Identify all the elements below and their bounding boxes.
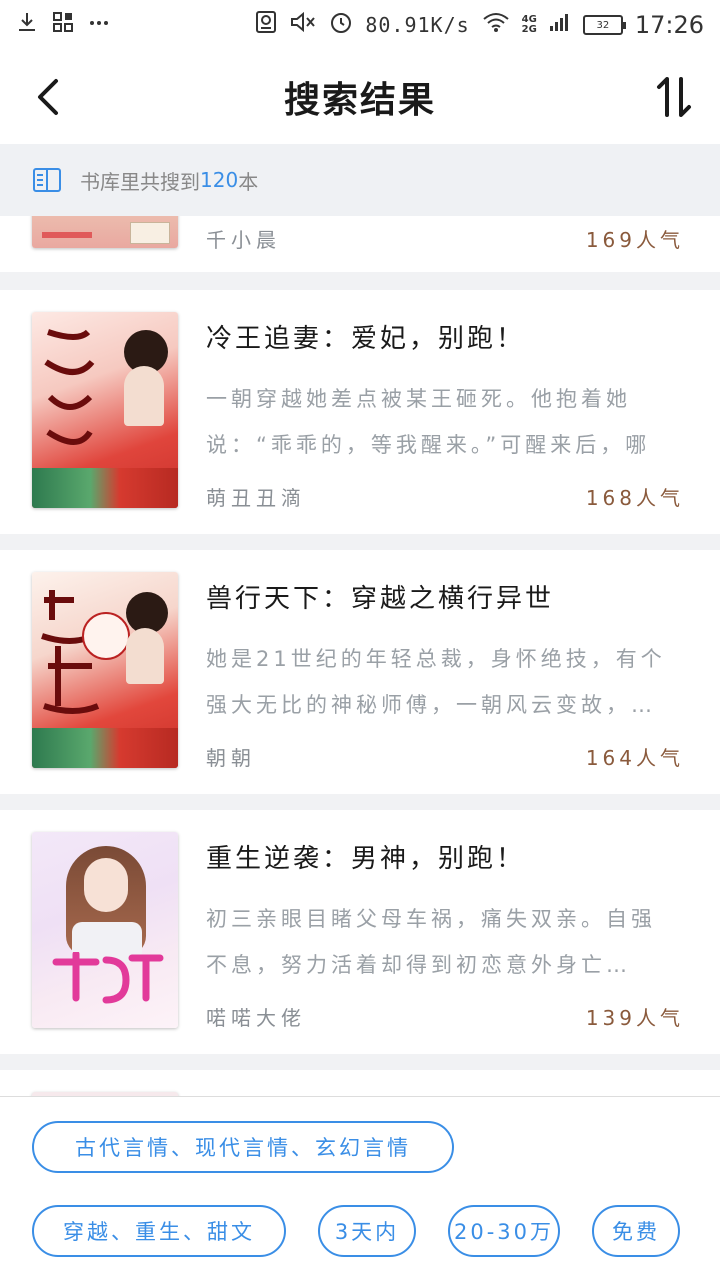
tag-update-time[interactable]: 3天内 — [318, 1205, 416, 1257]
page-title: 搜索结果 — [283, 80, 436, 121]
status-bar: 80.91K/s 4G 2G 32 17:26 — [0, 0, 720, 50]
cellular-type: 4G 2G — [521, 14, 537, 35]
book-card[interactable]: 重生逆袭：男神，别跑！ 初三亲眼目睹父母车祸，痛失双亲。自强不息，努力活着却得到… — [0, 810, 720, 1054]
id-card-icon — [255, 10, 277, 40]
battery-icon: 32 — [582, 15, 626, 35]
filter-tag-bar: 古代言情、现代言情、玄幻言情 穿越、重生、甜文 3天内 20-30万 免费 — [0, 1096, 720, 1280]
more-dots-icon — [88, 11, 110, 39]
apps-icon — [52, 11, 74, 39]
book-card[interactable] — [0, 1070, 720, 1096]
mute-icon — [289, 10, 317, 40]
book-cover — [32, 216, 178, 248]
tag-word-count[interactable]: 20-30万 — [448, 1205, 560, 1257]
book-cover — [32, 312, 178, 508]
book-popularity: 139人气 — [585, 1006, 684, 1030]
search-count-bar: 书库里共搜到 120 本 — [0, 144, 720, 216]
signal-icon — [549, 12, 571, 38]
back-button[interactable] — [24, 72, 74, 122]
count-prefix: 书库里共搜到 — [80, 169, 200, 194]
network-speed: 80.91K/s — [365, 13, 470, 37]
book-card[interactable]: 兽行天下：穿越之横行异世 她是21世纪的年轻总裁，身怀绝技，有个强大无比的神秘师… — [0, 550, 720, 794]
book-list-icon — [33, 168, 61, 192]
book-author: 朝朝 — [206, 746, 256, 770]
book-description: 初三亲眼目睹父母车祸，痛失双亲。自强不息，努力活着却得到初恋意外身亡… — [206, 907, 656, 977]
count-suffix: 本 — [238, 169, 259, 194]
book-popularity: 169人气 — [585, 228, 684, 252]
book-author: 喏喏大佬 — [206, 1006, 306, 1030]
alarm-icon — [329, 10, 353, 40]
book-description: 她是21世纪的年轻总裁，身怀绝技，有个强大无比的神秘师傅，一朝风云变故，… — [206, 647, 666, 717]
sort-icon — [657, 77, 691, 117]
book-author: 千小晨 — [206, 228, 281, 252]
download-icon — [16, 11, 38, 39]
book-title: 兽行天下：穿越之横行异世 — [206, 584, 555, 614]
clock: 17:26 — [634, 11, 704, 39]
tag-free[interactable]: 免费 — [592, 1205, 680, 1257]
tag-genre-romance[interactable]: 古代言情、现代言情、玄幻言情 — [32, 1121, 454, 1173]
count-number: 120 — [200, 168, 239, 192]
book-author: 萌丑丑滴 — [206, 486, 306, 510]
book-popularity: 164人气 — [585, 746, 684, 770]
tag-genre-subtype[interactable]: 穿越、重生、甜文 — [32, 1205, 286, 1257]
book-card[interactable]: 千小晨 169人气 — [0, 216, 720, 272]
book-description: 一朝穿越她差点被某王砸死。他抱着她说：“乖乖的，等我醒来。”可醒来后，哪还… — [206, 387, 651, 457]
book-list[interactable]: 千小晨 169人气 冷王追妻：爱妃，别跑！ 一朝穿越她差点被某王砸死。他抱着她说… — [0, 216, 720, 1096]
book-popularity: 168人气 — [585, 486, 684, 510]
book-cover — [32, 572, 178, 768]
back-arrow-icon — [38, 79, 58, 115]
book-cover — [32, 832, 178, 1028]
book-title: 重生逆袭：男神，别跑！ — [206, 844, 526, 874]
nav-bar: 搜索结果 — [0, 50, 720, 144]
book-card[interactable]: 冷王追妻：爱妃，别跑！ 一朝穿越她差点被某王砸死。他抱着她说：“乖乖的，等我醒来… — [0, 290, 720, 534]
book-title: 冷王追妻：爱妃，别跑！ — [206, 324, 526, 354]
wifi-icon — [482, 11, 510, 39]
sort-button[interactable] — [650, 72, 700, 122]
